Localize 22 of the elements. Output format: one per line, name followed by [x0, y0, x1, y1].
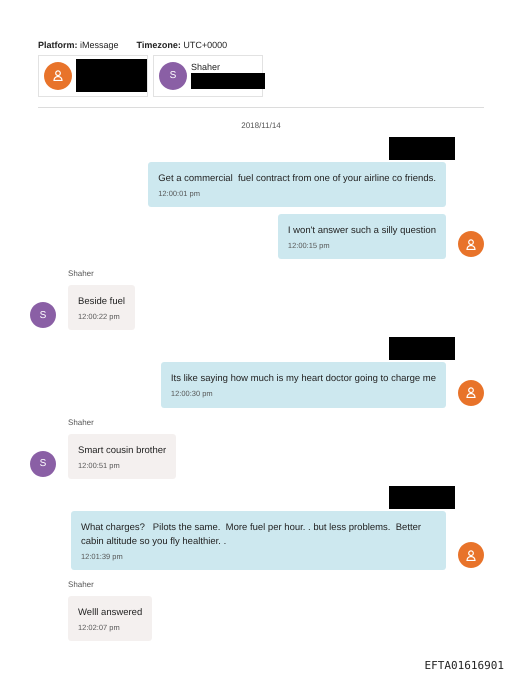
sender-name: Shaher	[68, 268, 94, 280]
document-id: EFTA01616901	[424, 658, 504, 674]
avatar: S	[30, 450, 56, 477]
message-text: What charges? Pilots the same. More fuel per hour. . but less problems. Better cabin altitude so you fly healthier. .	[81, 520, 422, 549]
person-icon	[53, 70, 63, 81]
participant-name: Shaher	[191, 62, 222, 73]
header-field: Timezone: UTC+0000	[136, 39, 228, 52]
header-field: Platform: iMessage	[38, 39, 119, 52]
date-label: 2018/11/14	[240, 120, 282, 132]
person-icon	[466, 238, 476, 250]
sender-name: Shaher	[68, 416, 94, 428]
message-text: Its like saying how much is my heart doctor going to charge me	[170, 372, 436, 386]
message-text: I won't answer such a silly question	[288, 224, 436, 238]
person-icon	[466, 387, 476, 398]
message-text: Smart cousin brother	[78, 444, 166, 458]
message-text: Beside fuel	[78, 295, 126, 309]
person-icon	[466, 550, 476, 560]
avatar: S	[30, 302, 56, 328]
message-text: Get a commercial fuel contract from one of your airline co friends.	[158, 172, 436, 186]
message-text: Welll answered	[78, 606, 142, 620]
sender-name: Shaher	[68, 579, 94, 591]
avatar: S	[159, 62, 187, 90]
